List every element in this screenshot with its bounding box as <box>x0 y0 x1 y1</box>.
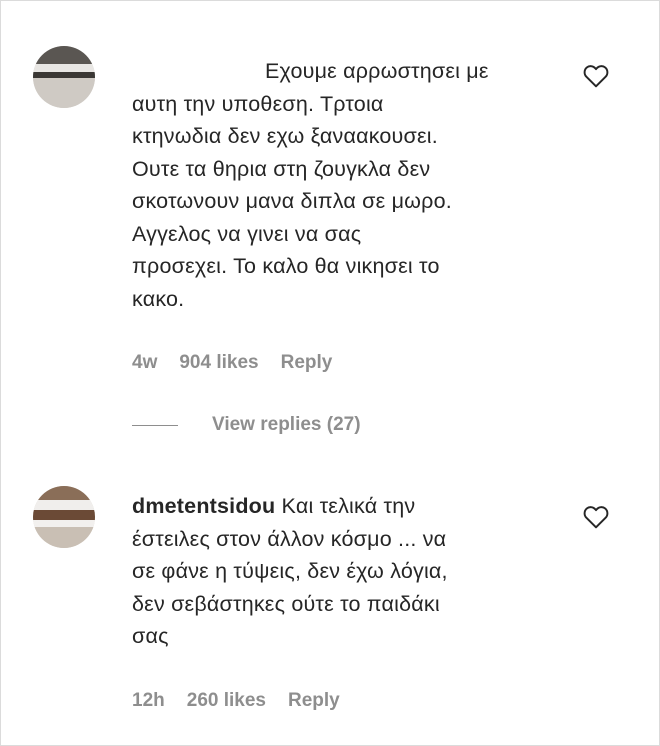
comment-text: dmetentsidou Και τελικά την έστειλες στο… <box>132 490 572 653</box>
comment-line: έστειλες στον άλλον κόσμο ... να <box>132 526 447 551</box>
comment-meta: 12h 260 likes Reply <box>132 690 340 712</box>
comment-line: Ουτε τα θηρια στη ζουγκλα δεν <box>132 156 431 181</box>
avatar[interactable] <box>33 486 95 548</box>
heart-outline-icon[interactable] <box>583 505 609 529</box>
view-replies-button[interactable]: View replies (27) <box>132 414 361 436</box>
comment-line: dmetentsidou Και τελικά την <box>132 490 572 523</box>
comment-first-line: Και τελικά την <box>281 494 416 518</box>
comment-line: κτηνωδια δεν εχω ξαναακουσει. <box>132 124 438 148</box>
comment-line: σας <box>132 624 169 648</box>
comment-line: σκοτωνουν μανα διπλα σε μωρο. <box>132 189 452 213</box>
comment-line: αυτη την υποθεση. Τρτοια <box>132 91 384 116</box>
heart-outline-icon[interactable] <box>583 64 609 88</box>
comment-line: δεν σεβάστηκες ούτε το παιδάκι <box>132 591 440 616</box>
comment-line: κακο. <box>132 286 185 311</box>
comment-line: Αγγελος να γινει να σας <box>132 221 362 246</box>
comment-line: Εχουμε αρρωστησει με <box>265 59 489 83</box>
view-replies-label: View replies (27) <box>212 414 361 435</box>
comment-meta: 4w 904 likes Reply <box>132 352 332 374</box>
avatar[interactable] <box>33 46 95 108</box>
divider-line <box>132 424 178 426</box>
like-count[interactable]: 260 likes <box>187 690 266 712</box>
reply-button[interactable]: Reply <box>281 352 333 374</box>
username-link[interactable]: dmetentsidou <box>132 494 275 518</box>
comment-time[interactable]: 4w <box>132 352 157 374</box>
comment-line: σε φάνε η τύψεις, δεν έχω λόγια, <box>132 559 448 583</box>
like-count[interactable]: 904 likes <box>179 352 258 374</box>
comment-line: προσεχει. Το καλο θα νικησει το <box>132 254 440 278</box>
comment-time[interactable]: 12h <box>132 690 165 712</box>
comment-text: Εχουμε αρρωστησει με αυτη την υποθεση. Τ… <box>132 55 572 315</box>
reply-button[interactable]: Reply <box>288 690 340 712</box>
